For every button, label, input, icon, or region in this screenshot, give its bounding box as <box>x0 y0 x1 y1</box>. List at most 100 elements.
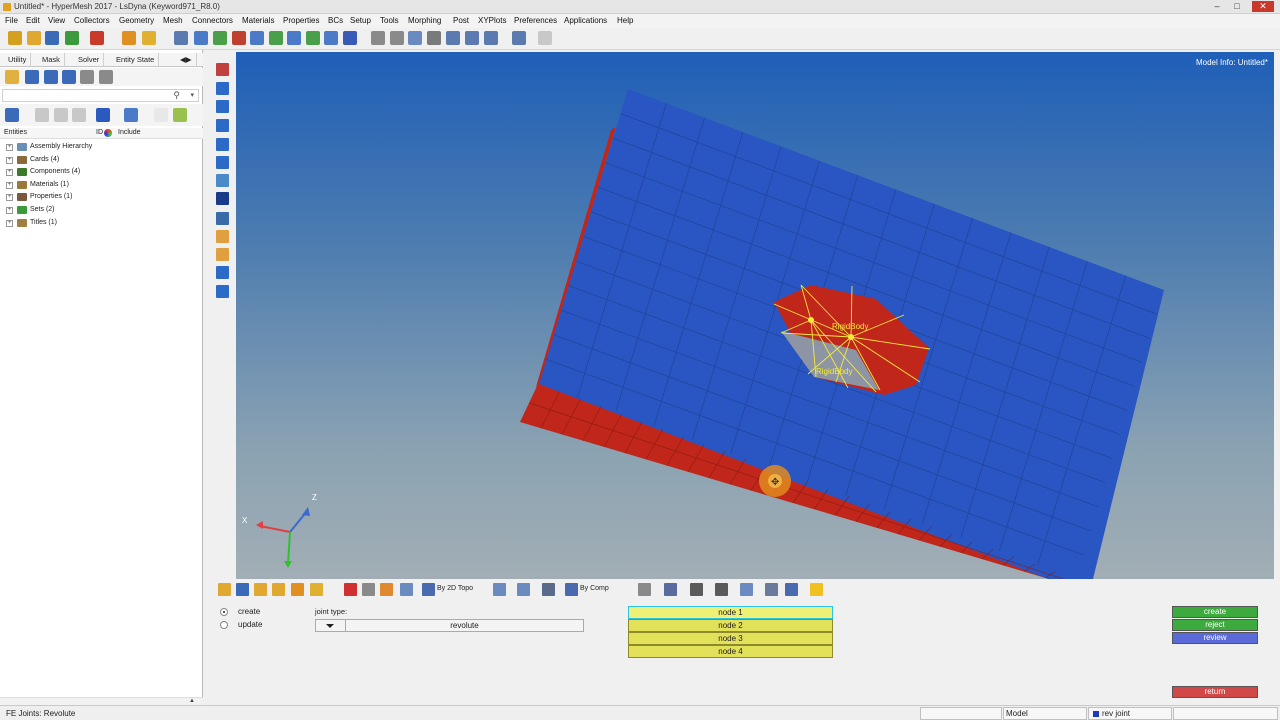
menu-setup[interactable]: Setup <box>350 16 371 25</box>
monitor-icon[interactable] <box>785 583 798 596</box>
shade-mode-icon[interactable] <box>493 583 506 596</box>
star-icon[interactable] <box>810 583 823 596</box>
new-model-icon[interactable] <box>8 31 22 45</box>
tree-item-assembly-hierarchy[interactable]: + Assembly Hierarchy <box>0 141 203 154</box>
view-front-icon[interactable] <box>232 31 246 45</box>
rotate-icon[interactable] <box>408 31 422 45</box>
view-iso-icon[interactable] <box>213 31 227 45</box>
display-wire-icon[interactable] <box>124 108 138 122</box>
line-icon[interactable] <box>690 583 703 596</box>
import-icon[interactable] <box>65 31 79 45</box>
component-tool-icon[interactable] <box>216 63 229 76</box>
tree-item-properties[interactable]: + Properties (1) <box>0 191 203 204</box>
node-3-selector[interactable]: node 3 <box>628 632 833 645</box>
browser-search-input[interactable]: ⚲ ▾ <box>2 89 199 102</box>
wire-mode-icon[interactable] <box>638 583 651 596</box>
expand-icon[interactable]: + <box>6 206 13 214</box>
menu-view[interactable]: View <box>48 16 65 25</box>
view-bottom-icon[interactable] <box>269 31 283 45</box>
view-rear-icon[interactable] <box>324 31 338 45</box>
cursor-select-icon[interactable] <box>154 108 168 122</box>
return-button[interactable]: return <box>1172 686 1258 698</box>
node-numbering-icon[interactable] <box>216 192 229 205</box>
display-folder-icon[interactable] <box>173 108 187 122</box>
display-mesh-icon[interactable] <box>35 108 49 122</box>
joint-type-select[interactable]: revolute <box>315 619 584 632</box>
browser-horizontal-scrollbar[interactable]: ▲ <box>0 697 203 705</box>
mask-icon[interactable] <box>362 583 375 596</box>
tree-item-components[interactable]: + Components (4) <box>0 166 203 179</box>
maximize-icon[interactable]: □ <box>1230 1 1244 12</box>
create-mode-label[interactable]: create <box>238 607 260 616</box>
shaded-edges-icon[interactable] <box>216 100 229 113</box>
topo-icon[interactable] <box>422 583 435 596</box>
open-model-icon[interactable] <box>27 31 41 45</box>
col-entities[interactable]: Entities <box>4 129 27 136</box>
search-options-icon[interactable]: ▾ <box>190 91 194 99</box>
measure-icon[interactable] <box>216 212 229 225</box>
zoom-window-icon[interactable] <box>371 31 385 45</box>
menu-bcs[interactable]: BCs <box>328 16 343 25</box>
col-id[interactable]: ID <box>96 129 103 136</box>
view-left-icon[interactable] <box>287 31 301 45</box>
collector-status-box[interactable]: rev joint <box>1088 707 1172 720</box>
browser-hide-icon[interactable] <box>80 70 94 84</box>
tree-item-materials[interactable]: + Materials (1) <box>0 179 203 192</box>
export-icon[interactable] <box>90 31 104 45</box>
delete-x-icon[interactable] <box>344 583 357 596</box>
browser-show-icon[interactable] <box>62 70 76 84</box>
update-mode-label[interactable]: update <box>238 620 262 629</box>
display-elems-icon[interactable] <box>72 108 86 122</box>
menu-connectors[interactable]: Connectors <box>192 16 233 25</box>
expand-icon[interactable]: + <box>6 156 13 164</box>
col-include[interactable]: Include <box>118 129 141 136</box>
display-toggle-icon[interactable] <box>272 583 285 596</box>
menu-edit[interactable]: Edit <box>26 16 40 25</box>
menu-properties[interactable]: Properties <box>283 16 319 25</box>
plane-icon[interactable] <box>715 583 728 596</box>
display-components-icon[interactable] <box>218 583 231 596</box>
browser-isolate-icon[interactable] <box>99 70 113 84</box>
display-geom-icon[interactable] <box>54 108 68 122</box>
menu-collectors[interactable]: Collectors <box>74 16 110 25</box>
display-folder-icon[interactable] <box>254 583 267 596</box>
menu-tools[interactable]: Tools <box>380 16 399 25</box>
fit-icon[interactable] <box>343 31 357 45</box>
grid-icon[interactable] <box>765 583 778 596</box>
browser-filter-icon[interactable] <box>44 70 58 84</box>
tab-solver[interactable]: Solver <box>74 53 105 67</box>
element-color-icon[interactable] <box>517 583 530 596</box>
zoom-icon[interactable] <box>174 31 188 45</box>
node-1-selector[interactable]: node 1 <box>628 606 833 619</box>
node-2-selector[interactable]: node 2 <box>628 619 833 632</box>
tab-scroll-arrows-icon[interactable]: ◀▶ <box>176 53 197 67</box>
tree-item-sets[interactable]: + Sets (2) <box>0 204 203 217</box>
tree-item-cards[interactable]: + Cards (4) <box>0 154 203 167</box>
create-radio[interactable] <box>220 608 228 616</box>
find-icon[interactable] <box>400 583 413 596</box>
expand-icon[interactable]: + <box>6 181 13 189</box>
display-import-icon[interactable] <box>291 583 304 596</box>
element-shrink-icon[interactable] <box>216 156 229 169</box>
graphics-viewport[interactable]: RigidBody RigidBody ✥ Z X Model Info: Un… <box>236 52 1274 579</box>
review-button[interactable]: review <box>1172 632 1258 644</box>
view-back-icon[interactable] <box>194 31 208 45</box>
menu-help[interactable]: Help <box>617 16 633 25</box>
feature-lines-icon[interactable] <box>216 138 229 151</box>
menu-xyplots[interactable]: XYPlots <box>478 16 506 25</box>
menu-applications[interactable]: Applications <box>564 16 607 25</box>
by-comp-label[interactable]: By Comp <box>580 585 609 592</box>
expand-icon[interactable]: + <box>6 169 13 177</box>
rotate-up-icon[interactable] <box>465 31 479 45</box>
unmask-icon[interactable] <box>380 583 393 596</box>
browser-model-icon[interactable] <box>5 70 19 84</box>
menu-post[interactable]: Post <box>453 16 469 25</box>
clip-plane-icon[interactable] <box>216 285 229 298</box>
tab-mask[interactable]: Mask <box>38 53 65 67</box>
spin-icon[interactable] <box>484 31 498 45</box>
zoom-circle-icon[interactable] <box>390 31 404 45</box>
scroll-up-icon[interactable]: ▲ <box>189 698 195 704</box>
tab-entity-state[interactable]: Entity State <box>112 53 160 67</box>
tab-utility[interactable]: Utility <box>4 53 32 67</box>
run-solver-icon[interactable] <box>122 31 136 45</box>
